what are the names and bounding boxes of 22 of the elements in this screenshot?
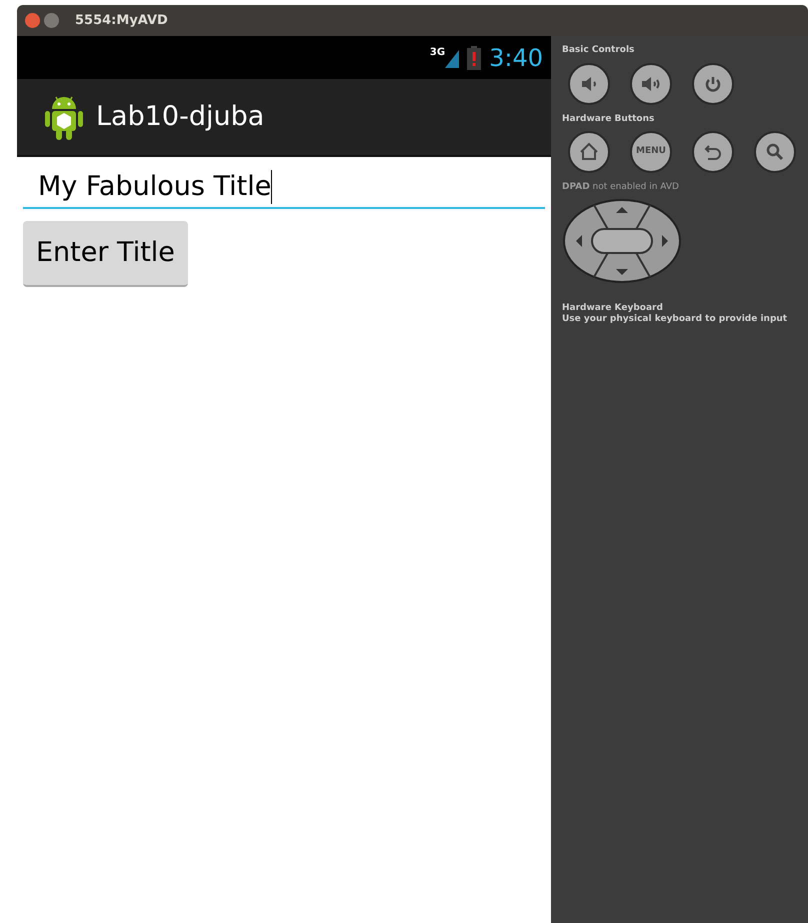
search-button[interactable]: [754, 131, 796, 173]
clock-time: 3:40: [489, 42, 543, 74]
section-heading: Basic Controls: [562, 44, 636, 57]
title-input-field[interactable]: My Fabulous Title: [23, 167, 545, 209]
minimize-icon[interactable]: [44, 13, 59, 28]
home-button[interactable]: [568, 131, 610, 173]
power-button[interactable]: [692, 62, 734, 104]
dpad-note: DPAD not enabled in AVD: [562, 181, 680, 194]
menu-button[interactable]: MENU: [630, 131, 672, 173]
keyboard-note: Use your physical keyboard to provide input: [562, 314, 788, 325]
signal-icon: [445, 50, 460, 68]
volume-down-button[interactable]: [568, 62, 610, 104]
battery-icon: [467, 46, 482, 70]
keyboard-heading: Hardware Keyboard: [562, 302, 664, 314]
back-button[interactable]: [692, 131, 734, 173]
network-label: 3G: [430, 48, 446, 58]
enter-title-button[interactable]: Enter Title: [23, 221, 188, 287]
section-heading: Hardware Buttons: [562, 112, 656, 126]
app-title: Lab10-djuba: [96, 100, 264, 134]
window-title: 5554:MyAVD: [75, 12, 168, 30]
close-icon[interactable]: [25, 13, 40, 28]
volume-up-button[interactable]: [630, 62, 672, 104]
